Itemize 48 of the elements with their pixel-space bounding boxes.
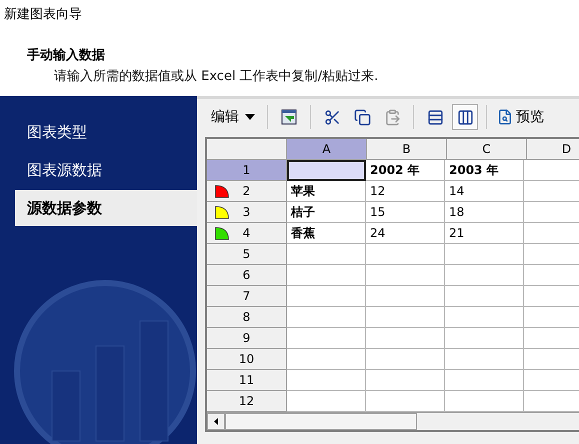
row-header[interactable]: 6 (207, 265, 287, 286)
scroll-left-button[interactable] (207, 413, 225, 430)
active-cell[interactable] (287, 160, 366, 181)
row-header[interactable]: 2 (207, 181, 287, 202)
import-icon (281, 109, 297, 125)
columns-icon (456, 108, 474, 126)
column-header[interactable]: A (287, 139, 367, 160)
row-header[interactable]: 10 (207, 349, 287, 370)
table-cell[interactable]: 18 (445, 202, 524, 223)
row-header[interactable]: 1 (207, 160, 287, 181)
wizard-step[interactable]: 源数据参数 (15, 190, 197, 226)
row-header[interactable]: 8 (207, 307, 287, 328)
row-header[interactable]: 11 (207, 370, 287, 391)
table-cell[interactable]: 24 (366, 223, 445, 244)
table-cell[interactable]: 21 (445, 223, 524, 244)
columns-button[interactable] (452, 104, 478, 130)
row-header[interactable]: 5 (207, 244, 287, 265)
copy-icon (354, 108, 370, 126)
page-heading: 手动输入数据 (27, 46, 106, 64)
table-cell[interactable]: 14 (445, 181, 524, 202)
column-header[interactable]: D (527, 139, 579, 160)
table-cell[interactable]: 苹果 (287, 181, 366, 202)
row-header[interactable]: 4 (207, 223, 287, 244)
row-header[interactable]: 3 (207, 202, 287, 223)
paste-icon (384, 108, 400, 126)
row-header[interactable]: 7 (207, 286, 287, 307)
wizard-step[interactable]: 图表类型 (15, 114, 197, 150)
edit-menu-button[interactable]: 编辑 (207, 106, 259, 128)
cut-icon (324, 108, 340, 126)
caret-icon (245, 114, 255, 120)
column-header[interactable]: C (447, 139, 527, 160)
row-header[interactable]: 9 (207, 328, 287, 349)
scrollbar-thumb[interactable] (225, 413, 417, 430)
left-arrow-icon (214, 418, 218, 425)
page-description: 请输入所需的数据值或从 Excel 工作表中复制/粘贴过来. (54, 68, 380, 85)
table-cell[interactable]: 15 (366, 202, 445, 223)
wizard-step[interactable]: 图表源数据 (15, 152, 197, 188)
column-header[interactable]: B (367, 139, 447, 160)
table-cell[interactable]: 2003 年 (445, 160, 524, 181)
window-title: 新建图表向导 (4, 6, 83, 23)
table-cell[interactable]: 2002 年 (366, 160, 445, 181)
table-cell[interactable]: 桔子 (287, 202, 366, 223)
row-header[interactable]: 12 (207, 391, 287, 412)
preview-button[interactable]: 预览 (495, 106, 546, 128)
rows-icon (426, 108, 444, 126)
table-cell[interactable]: 香蕉 (287, 223, 366, 244)
table-cell[interactable]: 12 (366, 181, 445, 202)
preview-icon (497, 109, 513, 125)
